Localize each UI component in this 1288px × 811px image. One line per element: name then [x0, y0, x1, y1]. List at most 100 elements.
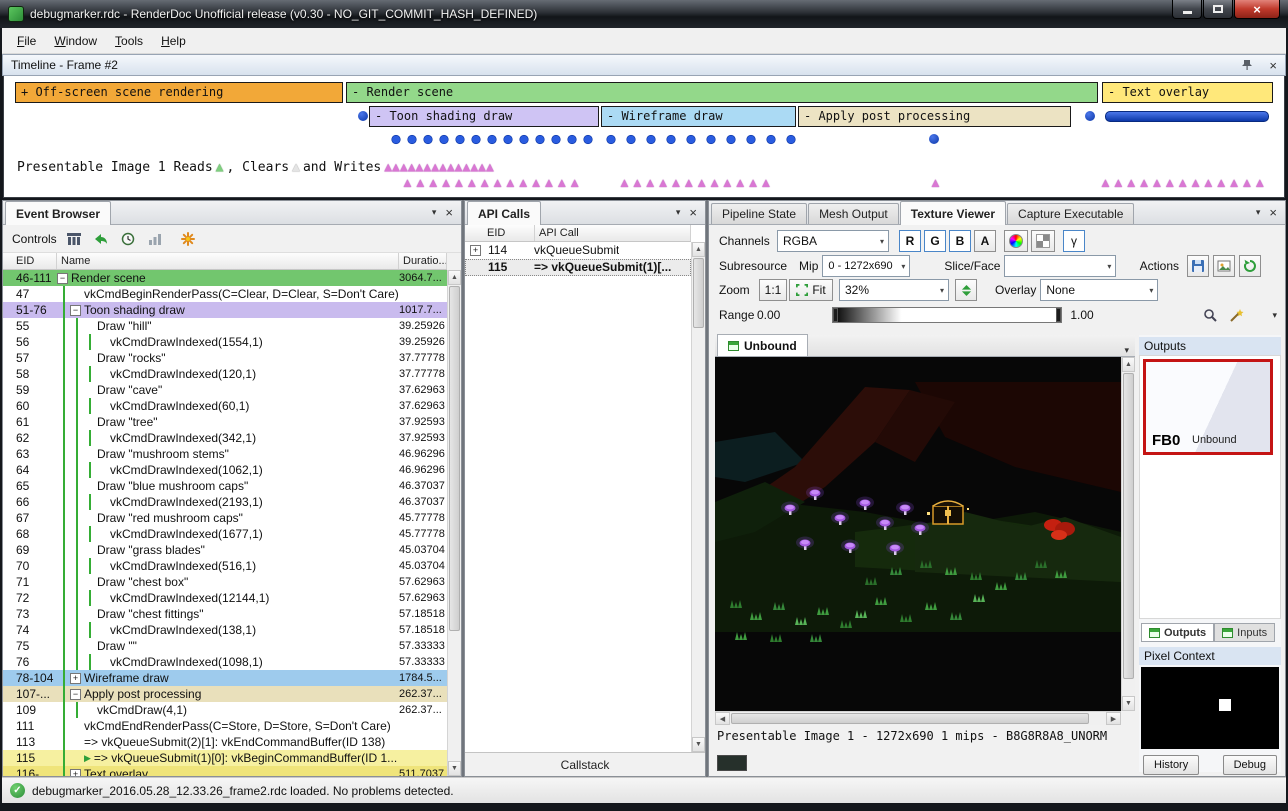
scrollbar-thumb[interactable]	[731, 713, 1089, 724]
scroll-right-icon[interactable]: ▶	[1106, 712, 1121, 725]
event-browser-close-icon[interactable]: ×	[445, 206, 453, 219]
draw-marker-dots-wireframe[interactable]	[606, 134, 806, 145]
toolbar-overflow-icon[interactable]: ▾	[1272, 310, 1277, 321]
pixel-context-view[interactable]	[1141, 667, 1279, 749]
event-row-75[interactable]: 75Draw ""57.33333	[3, 638, 447, 654]
event-row-60[interactable]: 60vkCmdDrawIndexed(60,1)37.62963	[3, 398, 447, 414]
event-row-116-...[interactable]: 116-...+Text overlay511.7037	[3, 766, 447, 776]
zoom-range-icon[interactable]	[1200, 305, 1220, 325]
tab-pipeline-state[interactable]: Pipeline State	[711, 203, 807, 224]
scrollbar-thumb[interactable]	[449, 286, 460, 631]
event-row-72[interactable]: 72vkCmdDrawIndexed(12144,1)57.62963	[3, 590, 447, 606]
event-row-67[interactable]: 67Draw "red mushroom caps"45.77778	[3, 510, 447, 526]
timeline-block-postproc[interactable]: - Apply post processing	[798, 106, 1071, 127]
tab-capture-executable[interactable]: Capture Executable	[1007, 203, 1134, 224]
event-row-51-76[interactable]: 51-76−Toon shading draw1017.7...	[3, 302, 447, 318]
draw-marker-dot[interactable]	[1085, 111, 1095, 121]
slice-face-select[interactable]: ▾	[1004, 255, 1116, 277]
right-panel-close-icon[interactable]: ×	[1269, 206, 1277, 219]
bookmark-icon[interactable]	[178, 229, 198, 249]
event-row-64[interactable]: 64vkCmdDrawIndexed(1062,1)46.96296	[3, 462, 447, 478]
timeline-close-icon[interactable]: ×	[1269, 59, 1277, 72]
texture-vertical-scrollbar[interactable]: ▲ ▼	[1121, 357, 1135, 711]
scroll-up-icon[interactable]: ▲	[692, 242, 705, 257]
blue-channel-button[interactable]: B	[949, 230, 971, 252]
column-name[interactable]: Name	[57, 253, 399, 269]
collapse-icon[interactable]: −	[70, 689, 81, 700]
timeline-toggle-icon[interactable]	[64, 229, 84, 249]
scroll-down-icon[interactable]: ▼	[448, 761, 461, 776]
dock-menu-icon[interactable]: ▾	[676, 207, 681, 218]
range-max-value[interactable]: 1.00	[1070, 308, 1093, 322]
tab-inputs[interactable]: Inputs	[1214, 623, 1275, 642]
scroll-left-icon[interactable]: ◀	[715, 712, 730, 725]
timeline-block-toon[interactable]: - Toon shading draw	[369, 106, 599, 127]
zoom-1to1-button[interactable]: 1:1	[759, 279, 787, 301]
event-row-61[interactable]: 61Draw "tree"37.92593	[3, 414, 447, 430]
expand-icon[interactable]: +	[70, 769, 81, 777]
history-button[interactable]: History	[1143, 755, 1199, 775]
expand-icon[interactable]: +	[470, 245, 481, 256]
api-calls-close-icon[interactable]: ×	[689, 206, 697, 219]
scrollbar-thumb[interactable]	[1123, 373, 1134, 679]
event-row-56[interactable]: 56vkCmdDrawIndexed(1554,1)39.25926	[3, 334, 447, 350]
event-row-76[interactable]: 76vkCmdDrawIndexed(1098,1)57.33333	[3, 654, 447, 670]
timeline-block-wireframe[interactable]: - Wireframe draw	[601, 106, 796, 127]
texture-list-dropdown-icon[interactable]: ▾	[1118, 345, 1135, 356]
scroll-down-icon[interactable]: ▼	[1122, 696, 1135, 711]
event-row-59[interactable]: 59Draw "cave"37.62963	[3, 382, 447, 398]
scroll-up-icon[interactable]: ▲	[448, 270, 461, 285]
statistics-icon[interactable]	[145, 229, 165, 249]
event-row-73[interactable]: 73Draw "chest fittings"57.18518	[3, 606, 447, 622]
event-row-55[interactable]: 55Draw "hill"39.25926	[3, 318, 447, 334]
event-browser-scrollbar[interactable]: ▲ ▼	[447, 270, 461, 776]
close-button[interactable]: ×	[1234, 0, 1280, 19]
scroll-down-icon[interactable]: ▼	[692, 737, 705, 752]
event-row-111[interactable]: 111vkCmdEndRenderPass(C=Store, D=Store, …	[3, 718, 447, 734]
api-row-114[interactable]: + 114 vkQueueSubmit	[465, 242, 691, 259]
autofit-wand-icon[interactable]	[1226, 305, 1246, 325]
event-row-115[interactable]: 115▶=> vkQueueSubmit(1)[0]: vkBeginComma…	[3, 750, 447, 766]
dock-menu-icon[interactable]: ▾	[432, 207, 437, 218]
column-duration[interactable]: Duratio...	[399, 253, 447, 269]
menu-file[interactable]: File	[8, 30, 45, 52]
alpha-channel-button[interactable]: A	[974, 230, 996, 252]
debug-button[interactable]: Debug	[1223, 755, 1277, 775]
event-row-113[interactable]: 113=> vkQueueSubmit(2)[1]: vkEndCommandB…	[3, 734, 447, 750]
red-channel-button[interactable]: R	[899, 230, 921, 252]
overlay-select[interactable]: None ▾	[1040, 279, 1158, 301]
color-wheel-button[interactable]	[1004, 230, 1028, 252]
event-row-109[interactable]: 109vkCmdDraw(4,1)262.37...	[3, 702, 447, 718]
channels-select[interactable]: RGBA ▾	[777, 230, 889, 252]
draw-marker-dot[interactable]	[358, 111, 368, 121]
maximize-button[interactable]	[1203, 0, 1233, 19]
event-row-74[interactable]: 74vkCmdDrawIndexed(138,1)57.18518	[3, 622, 447, 638]
range-min-value[interactable]: 0.00	[757, 308, 780, 322]
event-row-78-104[interactable]: 78-104+Wireframe draw1784.5...	[3, 670, 447, 686]
mip-select[interactable]: 0 - 1272x690 ▾	[822, 255, 910, 277]
timeline-block-text-overlay[interactable]: - Text overlay	[1102, 82, 1273, 103]
green-channel-button[interactable]: G	[924, 230, 946, 252]
pin-icon[interactable]	[1237, 55, 1257, 75]
tab-mesh-output[interactable]: Mesh Output	[808, 203, 899, 224]
api-calls-tab[interactable]: API Calls	[467, 201, 541, 225]
event-row-107-...[interactable]: 107-...−Apply post processing262.37...	[3, 686, 447, 702]
draw-marker-dot[interactable]	[929, 134, 939, 144]
column-api-call[interactable]: API Call	[535, 225, 691, 241]
titlebar[interactable]: debugmarker.rdc - RenderDoc Unofficial r…	[0, 0, 1288, 28]
menu-help[interactable]: Help	[152, 30, 195, 52]
range-slider[interactable]	[832, 307, 1062, 323]
dock-menu-icon[interactable]: ▾	[1256, 207, 1261, 218]
event-row-66[interactable]: 66vkCmdDrawIndexed(2193,1)46.37037	[3, 494, 447, 510]
export-image-button[interactable]	[1213, 255, 1235, 277]
texture-image[interactable]	[715, 357, 1121, 711]
timeline-block-offscreen[interactable]: + Off-screen scene rendering	[15, 82, 343, 103]
tab-texture-viewer[interactable]: Texture Viewer	[900, 201, 1006, 225]
texture-horizontal-scrollbar[interactable]: ◀ ▶	[715, 711, 1121, 725]
flip-y-button[interactable]	[955, 279, 977, 301]
event-row-69[interactable]: 69Draw "grass blades"45.03704	[3, 542, 447, 558]
refresh-button[interactable]	[1239, 255, 1261, 277]
column-eid[interactable]: EID	[465, 225, 535, 241]
api-calls-scrollbar[interactable]: ▲ ▼	[691, 242, 705, 752]
event-row-65[interactable]: 65Draw "blue mushroom caps"46.37037	[3, 478, 447, 494]
